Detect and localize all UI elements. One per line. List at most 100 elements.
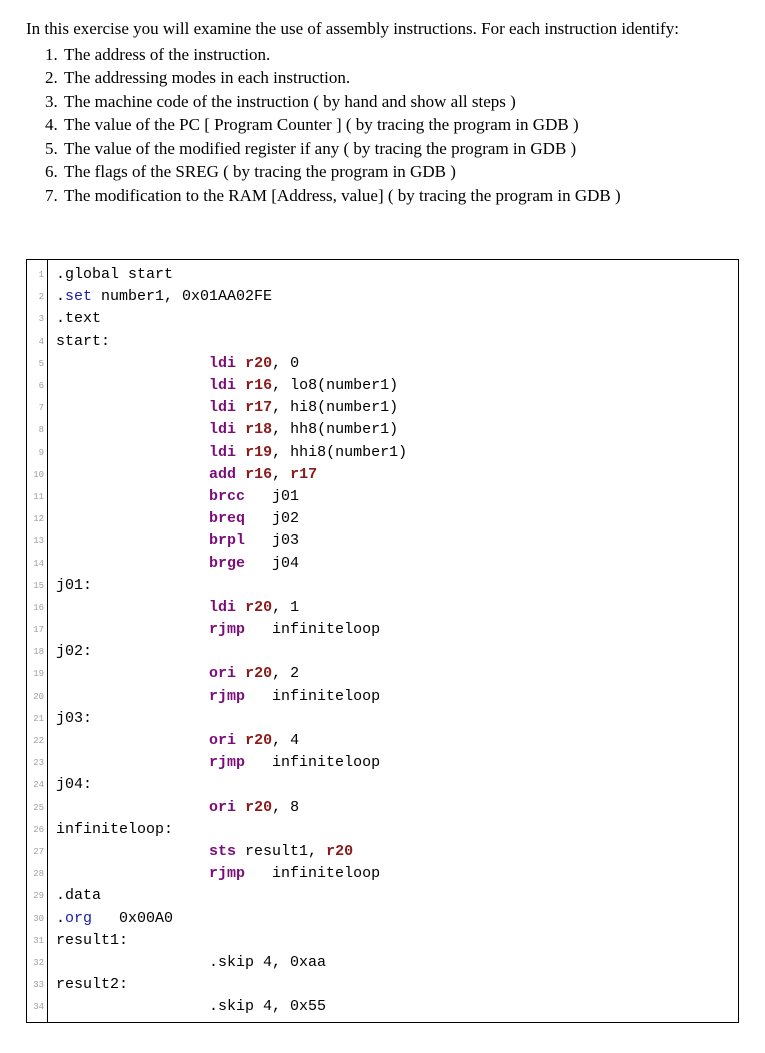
- code-token: r20: [326, 843, 353, 860]
- code-token: j01:: [56, 577, 92, 594]
- line-number: 25: [30, 797, 44, 819]
- code-line: add r16, r17: [56, 464, 732, 486]
- code-line: j03:: [56, 708, 732, 730]
- code-token: .: [56, 910, 65, 927]
- code-token: ori: [209, 799, 236, 816]
- line-number: 1: [30, 264, 44, 286]
- code-token: result1,: [236, 843, 326, 860]
- code-token: , 8: [272, 799, 299, 816]
- code-token: [236, 665, 245, 682]
- code-token: r17: [245, 399, 272, 416]
- code-token: [56, 377, 209, 394]
- code-token: r20: [245, 799, 272, 816]
- code-line: sts result1, r20: [56, 841, 732, 863]
- line-number: 21: [30, 708, 44, 730]
- code-token: [56, 621, 209, 638]
- code-token: [56, 555, 209, 572]
- code-line: ldi r20, 0: [56, 353, 732, 375]
- list-item: The flags of the SREG ( by tracing the p…: [62, 160, 739, 183]
- code-token: j03:: [56, 710, 92, 727]
- code-token: ldi: [209, 355, 236, 372]
- line-number: 19: [30, 663, 44, 685]
- code-token: rjmp: [209, 688, 245, 705]
- line-number: 27: [30, 841, 44, 863]
- line-number-gutter: 1234567891011121314151617181920212223242…: [27, 260, 48, 1022]
- list-item: The value of the PC [ Program Counter ] …: [62, 113, 739, 136]
- code-token: ldi: [209, 399, 236, 416]
- line-number: 4: [30, 331, 44, 353]
- code-token: infiniteloop: [245, 688, 380, 705]
- code-line: ldi r18, hh8(number1): [56, 419, 732, 441]
- code-line: .skip 4, 0xaa: [56, 952, 732, 974]
- line-number: 15: [30, 575, 44, 597]
- code-token: [236, 399, 245, 416]
- code-token: ldi: [209, 444, 236, 461]
- code-token: r20: [245, 599, 272, 616]
- line-number: 7: [30, 397, 44, 419]
- code-token: j02:: [56, 643, 92, 660]
- list-item: The value of the modified register if an…: [62, 137, 739, 160]
- code-token: .skip 4, 0x55: [56, 998, 326, 1015]
- code-line: .org 0x00A0: [56, 908, 732, 930]
- code-token: infiniteloop: [245, 621, 380, 638]
- code-line: infiniteloop:: [56, 819, 732, 841]
- code-line: ldi r19, hhi8(number1): [56, 442, 732, 464]
- code-line: .skip 4, 0x55: [56, 996, 732, 1018]
- code-line: .text: [56, 308, 732, 330]
- line-number: 24: [30, 774, 44, 796]
- line-number: 29: [30, 885, 44, 907]
- line-number: 16: [30, 597, 44, 619]
- list-item: The machine code of the instruction ( by…: [62, 90, 739, 113]
- code-token: rjmp: [209, 754, 245, 771]
- line-number: 12: [30, 508, 44, 530]
- code-token: [56, 355, 209, 372]
- code-line: ldi r16, lo8(number1): [56, 375, 732, 397]
- code-token: add: [209, 466, 236, 483]
- code-line: result2:: [56, 974, 732, 996]
- code-token: 0x00A0: [92, 910, 173, 927]
- code-token: result2:: [56, 976, 128, 993]
- code-line: .global start: [56, 264, 732, 286]
- code-token: [56, 754, 209, 771]
- code-token: [236, 377, 245, 394]
- code-token: ldi: [209, 377, 236, 394]
- code-token: , lo8(number1): [272, 377, 398, 394]
- code-token: , 2: [272, 665, 299, 682]
- code-token: [236, 732, 245, 749]
- code-line: rjmp infiniteloop: [56, 752, 732, 774]
- code-line: brpl j03: [56, 530, 732, 552]
- code-token: org: [65, 910, 92, 927]
- code-line: result1:: [56, 930, 732, 952]
- line-number: 34: [30, 996, 44, 1018]
- code-token: [56, 688, 209, 705]
- code-token: j03: [245, 532, 299, 549]
- code-line: ori r20, 2: [56, 663, 732, 685]
- code-token: .skip 4, 0xaa: [56, 954, 326, 971]
- code-token: sts: [209, 843, 236, 860]
- line-number: 14: [30, 553, 44, 575]
- code-token: .global start: [56, 266, 173, 283]
- code-token: .: [56, 288, 65, 305]
- code-line: rjmp infiniteloop: [56, 863, 732, 885]
- code-token: , hh8(number1): [272, 421, 398, 438]
- code-token: set: [65, 288, 92, 305]
- code-listing: 1234567891011121314151617181920212223242…: [26, 259, 739, 1023]
- code-line: ldi r20, 1: [56, 597, 732, 619]
- line-number: 18: [30, 641, 44, 663]
- code-token: ldi: [209, 599, 236, 616]
- code-token: , 1: [272, 599, 299, 616]
- intro-paragraph: In this exercise you will examine the us…: [26, 18, 739, 41]
- line-number: 13: [30, 530, 44, 552]
- code-token: result1:: [56, 932, 128, 949]
- code-token: j02: [245, 510, 299, 527]
- code-line: j01:: [56, 575, 732, 597]
- code-line: brcc j01: [56, 486, 732, 508]
- line-number: 32: [30, 952, 44, 974]
- code-token: [56, 665, 209, 682]
- code-token: [56, 510, 209, 527]
- code-token: brcc: [209, 488, 245, 505]
- code-line: .data: [56, 885, 732, 907]
- code-line: .set number1, 0x01AA02FE: [56, 286, 732, 308]
- code-line: breq j02: [56, 508, 732, 530]
- line-number: 5: [30, 353, 44, 375]
